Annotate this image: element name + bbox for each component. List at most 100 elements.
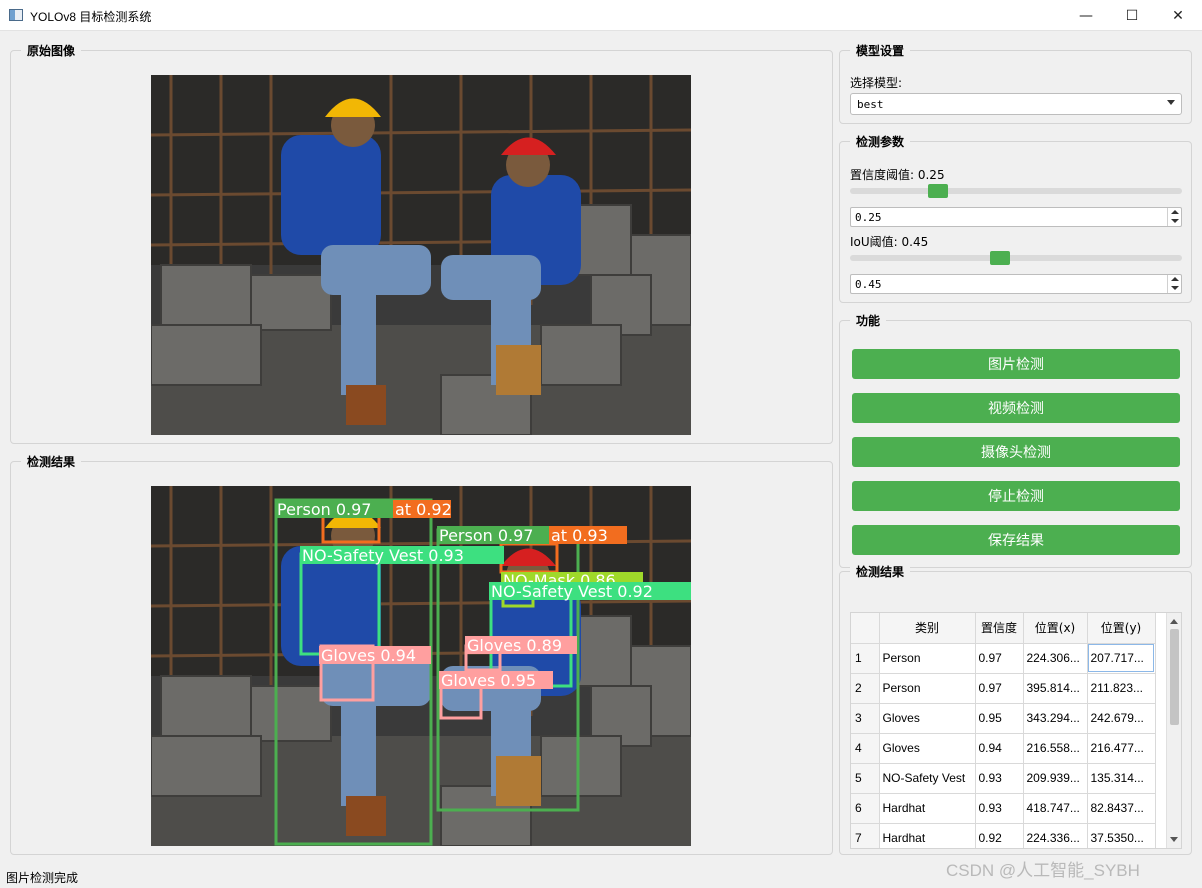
label-vest-2: NO-Safety Vest 0.92 (491, 582, 653, 601)
save-results-button[interactable]: 保存结果 (852, 525, 1180, 555)
cell-y[interactable]: 211.823... (1087, 673, 1156, 704)
model-settings-group: 模型设置 选择模型: best (839, 42, 1192, 124)
iou-spinbox[interactable]: 0.45 (850, 274, 1182, 294)
cell-class[interactable]: Hardhat (879, 793, 976, 824)
model-select-label: 选择模型: (850, 76, 903, 90)
image-detect-button[interactable]: 图片检测 (852, 349, 1180, 379)
label-hardhat-1: at 0.92 (395, 500, 452, 519)
stop-detect-button[interactable]: 停止检测 (852, 481, 1180, 511)
row-number[interactable]: 3 (851, 703, 880, 734)
table-row[interactable]: 1 Person 0.97 224.306... 207.717... (851, 643, 1156, 674)
cell-confidence[interactable]: 0.92 (975, 823, 1024, 848)
column-header-class[interactable]: 类别 (879, 613, 976, 644)
table-row[interactable]: 5 NO-Safety Vest 0.93 209.939... 135.314… (851, 763, 1156, 794)
model-settings-title: 模型设置 (850, 42, 911, 59)
functions-title: 功能 (850, 312, 887, 329)
confidence-label: 置信度阈值: 0.25 (850, 168, 945, 182)
arrow-up-icon[interactable] (1171, 210, 1179, 214)
cell-confidence[interactable]: 0.97 (975, 673, 1024, 704)
cell-class[interactable]: Hardhat (879, 823, 976, 848)
confidence-slider[interactable] (850, 184, 1182, 198)
cell-class[interactable]: Gloves (879, 703, 976, 734)
cell-x[interactable]: 224.306... (1023, 643, 1088, 674)
arrow-down-icon[interactable] (1171, 219, 1179, 223)
table-scrollbar[interactable] (1166, 613, 1181, 848)
cell-class[interactable]: Person (879, 673, 976, 704)
maximize-button[interactable]: ☐ (1109, 0, 1155, 31)
cell-y[interactable]: 37.5350... (1087, 823, 1156, 848)
cell-confidence[interactable]: 0.97 (975, 643, 1024, 674)
row-number[interactable]: 7 (851, 823, 880, 848)
original-image-group: 原始图像 (10, 42, 833, 444)
model-select-value: best (857, 98, 884, 111)
cell-x[interactable]: 395.814... (1023, 673, 1088, 704)
video-detect-button[interactable]: 视频检测 (852, 393, 1180, 423)
detection-params-title: 检测参数 (850, 133, 911, 150)
confidence-spinbox[interactable]: 0.25 (850, 207, 1182, 227)
label-gloves-2: Gloves 0.95 (441, 671, 536, 690)
row-number[interactable]: 4 (851, 733, 880, 764)
status-bar-text: 图片检测完成 (6, 871, 79, 885)
column-header-confidence[interactable]: 置信度 (975, 613, 1024, 644)
minimize-button[interactable]: — (1063, 0, 1109, 31)
arrow-down-icon[interactable] (1171, 286, 1179, 290)
close-button[interactable]: ✕ (1155, 0, 1201, 31)
cell-x[interactable]: 343.294... (1023, 703, 1088, 734)
camera-detect-button[interactable]: 摄像头检测 (852, 437, 1180, 467)
table-row[interactable]: 3 Gloves 0.95 343.294... 242.679... (851, 703, 1156, 734)
cell-y[interactable]: 207.717... (1087, 643, 1156, 674)
table-row[interactable]: 6 Hardhat 0.93 418.747... 82.8437... (851, 793, 1156, 824)
iou-slider[interactable] (850, 251, 1182, 265)
scroll-up-icon[interactable] (1170, 619, 1178, 624)
cell-x[interactable]: 224.336... (1023, 823, 1088, 848)
row-number[interactable]: 1 (851, 643, 880, 674)
cell-x[interactable]: 209.939... (1023, 763, 1088, 794)
scroll-thumb[interactable] (1170, 629, 1179, 725)
corner-header[interactable] (851, 613, 880, 644)
cell-confidence[interactable]: 0.93 (975, 793, 1024, 824)
cell-x[interactable]: 418.747... (1023, 793, 1088, 824)
table-row[interactable]: 2 Person 0.97 395.814... 211.823... (851, 673, 1156, 704)
row-number[interactable]: 6 (851, 793, 880, 824)
confidence-value: 0.25 (855, 211, 882, 224)
cell-class[interactable]: Gloves (879, 733, 976, 764)
result-image-group: 检测结果 at 0.92 Person 0.97 at 0.93 Person … (10, 453, 833, 855)
table-row[interactable]: 4 Gloves 0.94 216.558... 216.477... (851, 733, 1156, 764)
confidence-slider-handle[interactable] (928, 184, 948, 198)
window-title: YOLOv8 目标检测系统 (30, 10, 152, 24)
cell-y[interactable]: 82.8437... (1087, 793, 1156, 824)
results-table-group: 检测结果 类别 置信度 位置(x) 位置(y) 1 Person 0.97 22… (839, 563, 1192, 855)
title-bar: YOLOv8 目标检测系统 — ☐ ✕ (0, 0, 1202, 31)
model-select[interactable]: best (850, 93, 1182, 115)
table-row[interactable]: 7 Hardhat 0.92 224.336... 37.5350... (851, 823, 1156, 848)
scroll-down-icon[interactable] (1170, 837, 1178, 842)
iou-label: IoU阈值: 0.45 (850, 235, 929, 249)
watermark: CSDN @人工智能_SYBH (946, 861, 1140, 880)
detection-params-group: 检测参数 置信度阈值: 0.25 0.25 IoU阈值: 0.45 0.45 (839, 133, 1192, 303)
label-hardhat-2: at 0.93 (551, 526, 608, 545)
cell-y[interactable]: 135.314... (1087, 763, 1156, 794)
cell-confidence[interactable]: 0.94 (975, 733, 1024, 764)
iou-value: 0.45 (855, 278, 882, 291)
original-image (151, 75, 691, 435)
iou-slider-handle[interactable] (990, 251, 1010, 265)
cell-class[interactable]: Person (879, 643, 976, 674)
result-image-title: 检测结果 (21, 453, 82, 470)
cell-confidence[interactable]: 0.93 (975, 763, 1024, 794)
cell-confidence[interactable]: 0.95 (975, 703, 1024, 734)
column-header-y[interactable]: 位置(y) (1087, 613, 1156, 644)
cell-y[interactable]: 242.679... (1087, 703, 1156, 734)
arrow-up-icon[interactable] (1171, 277, 1179, 281)
row-number[interactable]: 5 (851, 763, 880, 794)
cell-y[interactable]: 216.477... (1087, 733, 1156, 764)
results-table[interactable]: 类别 置信度 位置(x) 位置(y) 1 Person 0.97 224.306… (850, 612, 1182, 849)
row-number[interactable]: 2 (851, 673, 880, 704)
label-gloves-1: Gloves 0.94 (321, 646, 416, 665)
spin-arrows[interactable] (1167, 275, 1181, 293)
cell-class[interactable]: NO-Safety Vest (879, 763, 976, 794)
spin-arrows[interactable] (1167, 208, 1181, 226)
label-vest-1: NO-Safety Vest 0.93 (302, 546, 464, 565)
column-header-x[interactable]: 位置(x) (1023, 613, 1088, 644)
cell-x[interactable]: 216.558... (1023, 733, 1088, 764)
original-image-title: 原始图像 (21, 42, 82, 59)
